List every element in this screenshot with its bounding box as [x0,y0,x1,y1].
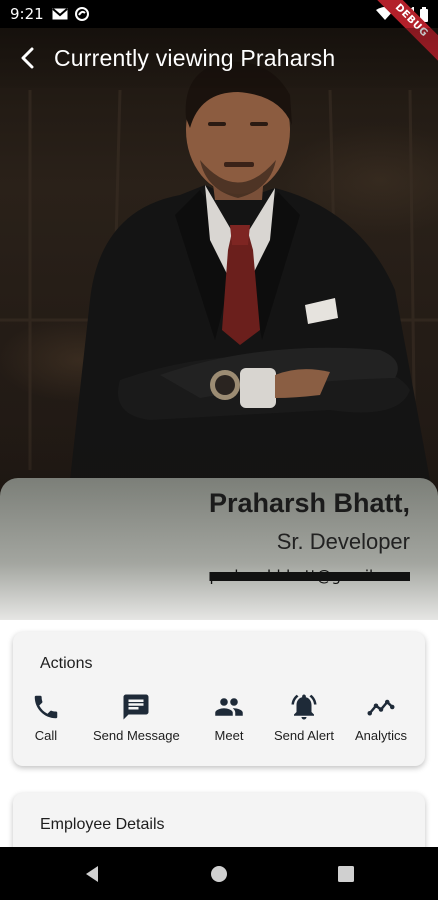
employee-details-title: Employee Details [40,816,165,833]
message-icon [123,694,149,720]
profile-name: Praharsh Bhatt, [208,488,410,518]
send-alert-button[interactable]: Send Alert [274,692,334,743]
actions-card: Actions Call Send Message Meet Send Aler… [13,632,425,766]
phone-icon [34,695,58,719]
status-notification-icons [52,6,90,22]
people-icon [215,698,243,716]
content-area: Actions Call Send Message Meet Send Aler… [0,620,438,873]
status-time: 9:21 [10,5,44,23]
actions-card-title: Actions [40,655,93,672]
profile-summary-card: Praharsh Bhatt, Sr. Developer praharshbh… [0,478,438,620]
arrow-back-icon [21,47,34,69]
nav-recents-icon[interactable] [336,864,356,884]
nav-back-icon[interactable] [82,864,102,884]
call-label: Call [34,728,58,743]
page-title: Currently viewing Praharsh [54,44,336,71]
send-message-button[interactable]: Send Message [93,692,180,743]
profile-email[interactable]: praharshbhatt@gmail.com [209,567,410,585]
alert-bell-icon [291,694,317,720]
system-nav-bar [0,847,438,900]
actions-row: Call Send Message Meet Send Alert Analyt… [13,692,425,762]
send-message-label: Send Message [93,728,180,743]
analytics-label: Analytics [355,728,408,743]
back-button[interactable] [14,44,42,72]
call-button[interactable]: Call [31,692,61,743]
analytics-icon [367,699,395,716]
meet-label: Meet [214,728,244,743]
profile-role: Sr. Developer [276,529,410,554]
nav-home-icon[interactable] [209,864,229,884]
analytics-button[interactable]: Analytics [355,692,407,743]
gmail-icon [52,8,68,20]
meet-button[interactable]: Meet [212,692,246,743]
app-bar: Currently viewing Praharsh [0,28,438,88]
status-bar: 9:21 DEBUG [0,0,438,67]
data-saver-icon [74,7,89,21]
send-alert-label: Send Alert [274,728,334,743]
